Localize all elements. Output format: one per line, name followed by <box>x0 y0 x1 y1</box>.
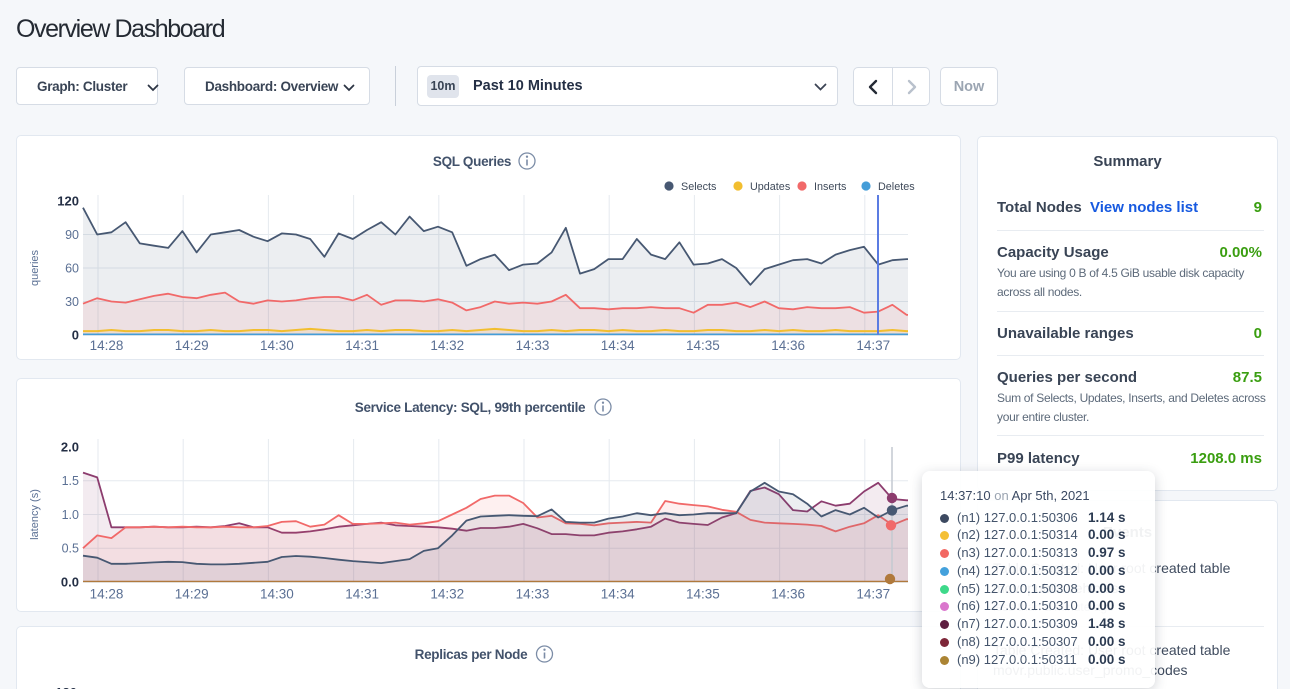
svg-text:14:29: 14:29 <box>175 338 209 353</box>
svg-text:120: 120 <box>55 685 77 689</box>
svg-text:1.5: 1.5 <box>62 474 79 488</box>
svg-text:queries: queries <box>29 249 41 286</box>
svg-text:14:35: 14:35 <box>686 338 720 353</box>
svg-text:14:29: 14:29 <box>175 587 209 602</box>
svg-text:14:37: 14:37 <box>856 587 890 602</box>
svg-text:60: 60 <box>65 262 79 276</box>
svg-text:14:34: 14:34 <box>601 587 635 602</box>
svg-text:14:37: 14:37 <box>856 338 890 353</box>
svg-text:1.0: 1.0 <box>62 508 79 522</box>
svg-text:SQL Queries: SQL Queries <box>433 154 511 169</box>
svg-text:Deletes: Deletes <box>878 181 915 193</box>
svg-text:14:35: 14:35 <box>686 587 720 602</box>
svg-text:14:32: 14:32 <box>430 587 464 602</box>
svg-text:14:32: 14:32 <box>430 338 464 353</box>
svg-text:90: 90 <box>65 228 79 242</box>
svg-text:Replicas per Node: Replicas per Node <box>415 647 528 662</box>
svg-text:30: 30 <box>65 295 79 309</box>
svg-text:14:34: 14:34 <box>601 338 635 353</box>
svg-text:14:33: 14:33 <box>516 338 550 353</box>
svg-text:Service Latency: SQL, 99th per: Service Latency: SQL, 99th percentile <box>355 400 586 415</box>
svg-text:14:36: 14:36 <box>771 338 805 353</box>
svg-text:14:36: 14:36 <box>771 587 805 602</box>
svg-text:14:31: 14:31 <box>345 587 379 602</box>
svg-text:14:33: 14:33 <box>516 587 550 602</box>
svg-text:0: 0 <box>72 328 79 343</box>
svg-text:14:28: 14:28 <box>90 338 124 353</box>
svg-text:Updates: Updates <box>750 181 791 193</box>
svg-text:14:28: 14:28 <box>90 587 124 602</box>
svg-text:Selects: Selects <box>681 181 717 193</box>
svg-text:latency (s): latency (s) <box>29 489 41 540</box>
svg-text:0.5: 0.5 <box>62 542 79 556</box>
svg-text:14:31: 14:31 <box>345 338 379 353</box>
svg-text:Inserts: Inserts <box>814 181 847 193</box>
svg-text:2.0: 2.0 <box>61 440 79 455</box>
svg-text:14:30: 14:30 <box>260 338 294 353</box>
svg-text:120: 120 <box>57 194 79 209</box>
svg-text:14:30: 14:30 <box>260 587 294 602</box>
svg-text:0.0: 0.0 <box>61 575 79 590</box>
